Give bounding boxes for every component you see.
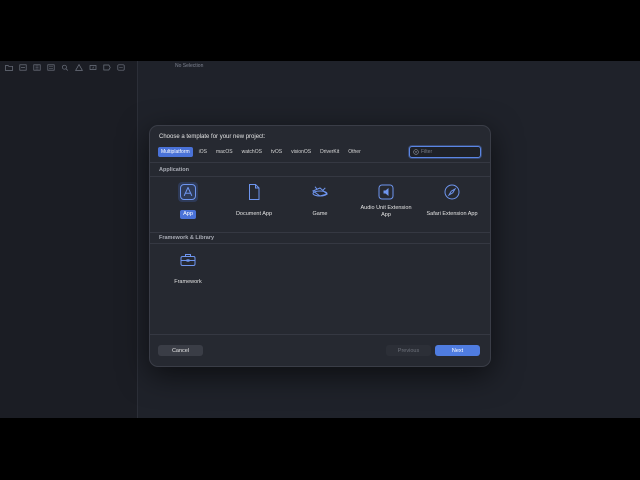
section-framework-title: Framework & Library (159, 235, 215, 241)
filter-input[interactable] (421, 149, 476, 155)
template-label: Game (312, 211, 328, 217)
navigator-panel (0, 61, 138, 418)
tab-other[interactable]: Other (345, 147, 364, 157)
app-store-icon (178, 182, 198, 202)
compass-icon (442, 182, 462, 202)
divider (150, 176, 490, 177)
template-audio-unit-extension-app[interactable]: Audio Unit Extension App (356, 182, 416, 221)
template-label: Document App (235, 211, 273, 217)
xcode-window: No Selection Choose a template for your … (0, 61, 640, 418)
tab-visionos[interactable]: visionOS (288, 147, 314, 157)
folder-icon[interactable] (3, 63, 14, 72)
template-framework[interactable]: Framework (158, 250, 218, 288)
document-icon (244, 182, 264, 202)
test-icon[interactable] (73, 63, 84, 72)
template-label: App (180, 210, 196, 220)
tab-multiplatform[interactable]: Multiplatform (158, 147, 193, 157)
new-project-dialog: Choose a template for your new project: … (149, 125, 491, 367)
template-app[interactable]: App (158, 182, 218, 220)
dialog-title: Choose a template for your new project: (159, 134, 266, 140)
source-control-icon[interactable] (17, 63, 28, 72)
audio-unit-icon (376, 182, 396, 202)
tab-macos[interactable]: macOS (213, 147, 236, 157)
editor-status: No Selection (175, 63, 204, 69)
template-label: Safari Extension App (426, 211, 478, 217)
breakpoint-icon[interactable] (101, 63, 112, 72)
report-icon[interactable] (115, 63, 126, 72)
section-application-title: Application (159, 167, 189, 173)
previous-button[interactable]: Previous (386, 345, 431, 356)
tab-driverkit[interactable]: DriverKit (317, 147, 342, 157)
spaceship-icon (310, 182, 330, 202)
navigator-toolbar (3, 63, 126, 72)
debug-icon[interactable] (87, 63, 98, 72)
template-game[interactable]: Game (290, 182, 350, 220)
platform-tabs: Multiplatform iOS macOS watchOS tvOS vis… (158, 147, 364, 157)
bookmark-icon[interactable] (31, 63, 42, 72)
footer-divider (150, 334, 490, 335)
toolbox-icon (178, 250, 198, 270)
cancel-button[interactable]: Cancel (158, 345, 203, 356)
find-icon[interactable] (45, 63, 56, 72)
template-label: Audio Unit Extension App (360, 205, 412, 219)
issue-icon[interactable] (59, 63, 70, 72)
tab-ios[interactable]: iOS (196, 147, 210, 157)
filter-field[interactable] (409, 146, 481, 158)
tab-watchos[interactable]: watchOS (239, 147, 265, 157)
filter-icon (413, 149, 419, 155)
template-label: Framework (174, 279, 202, 285)
tab-tvos[interactable]: tvOS (268, 147, 285, 157)
template-safari-extension-app[interactable]: Safari Extension App (422, 182, 482, 220)
divider (150, 162, 490, 163)
template-document-app[interactable]: Document App (224, 182, 284, 220)
divider (150, 232, 490, 233)
divider (150, 243, 490, 244)
next-button[interactable]: Next (435, 345, 480, 356)
